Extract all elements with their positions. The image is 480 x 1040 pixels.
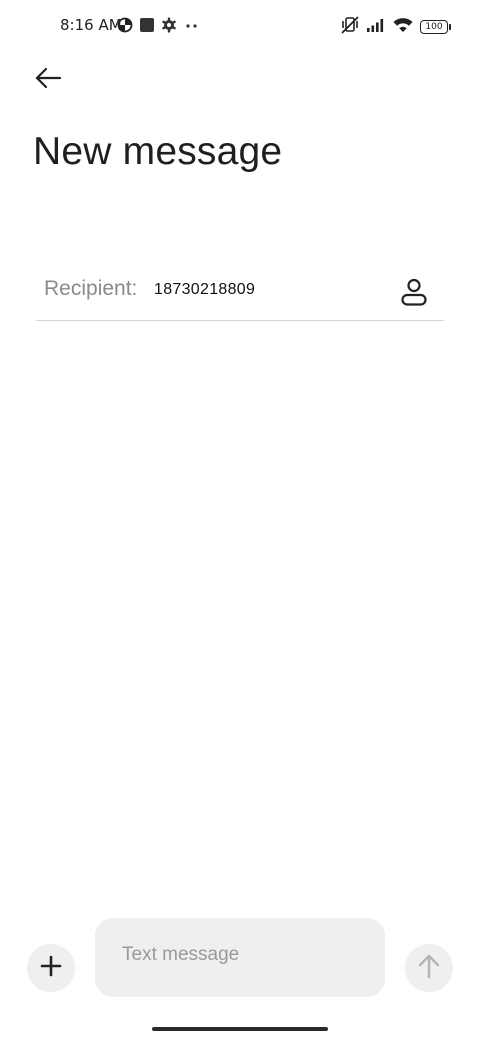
- back-button[interactable]: [30, 62, 66, 98]
- message-input[interactable]: [122, 940, 367, 970]
- send-button[interactable]: [405, 944, 453, 992]
- message-box[interactable]: [95, 918, 385, 997]
- signal-icon: [366, 17, 386, 38]
- notification-square-icon: [139, 17, 155, 38]
- status-bar: 8:16 AM 100: [0, 0, 480, 52]
- status-left-icons: [117, 17, 201, 38]
- more-dots-icon: [183, 17, 201, 38]
- data-saver-icon: [117, 17, 133, 38]
- battery-icon: 100: [420, 20, 451, 34]
- recipient-row: Recipient:: [36, 266, 444, 321]
- arrow-up-icon: [417, 953, 441, 984]
- home-indicator[interactable]: [152, 1027, 328, 1031]
- contact-picker-button[interactable]: [396, 276, 432, 312]
- page-title: New message: [33, 130, 283, 173]
- arrow-left-icon: [34, 66, 62, 95]
- recipient-label: Recipient:: [44, 277, 138, 300]
- vibrate-off-icon: [340, 15, 360, 40]
- settings-gear-icon: [161, 17, 177, 38]
- wifi-icon: [392, 16, 414, 39]
- recipient-input[interactable]: [154, 276, 374, 304]
- status-right-icons: 100: [340, 15, 451, 40]
- add-attachment-button[interactable]: [27, 944, 75, 992]
- plus-icon: [40, 955, 62, 982]
- person-icon: [399, 277, 429, 312]
- status-time: 8:16 AM: [60, 16, 122, 34]
